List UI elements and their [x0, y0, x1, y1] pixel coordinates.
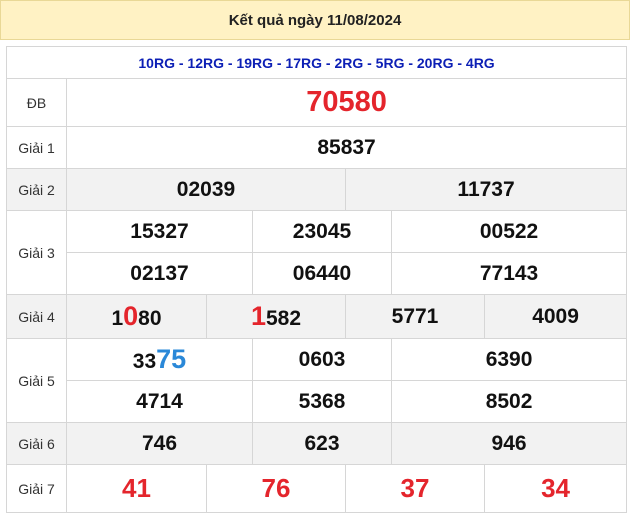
prize-4-number: 4009 [483, 294, 628, 339]
prize-7-number: 76 [206, 464, 346, 513]
prize-5-number: 6390 [390, 338, 628, 381]
prize-3-number: 23045 [252, 210, 392, 253]
prize-5-number: 3375 [66, 338, 253, 381]
prize-3-number: 02137 [66, 252, 253, 295]
prize-1-number: 85837 [65, 126, 628, 169]
prize-3-number: 00522 [390, 210, 628, 253]
prize-2-number: 02039 [66, 168, 346, 211]
prize-6-number: 623 [252, 422, 392, 465]
prize-7-number: 34 [483, 464, 628, 513]
prize-codes: 10RG - 12RG - 19RG - 17RG - 2RG - 5RG - … [5, 46, 628, 79]
label-prize-1: Giải 1 [6, 126, 67, 169]
prize-7-number: 41 [66, 464, 207, 513]
results-table: 10RG - 12RG - 19RG - 17RG - 2RG - 5RG - … [5, 46, 628, 513]
prize-5-number: 0603 [252, 338, 392, 381]
highlighted-digit: 1 [250, 301, 266, 331]
prize-2-number: 11737 [344, 168, 628, 211]
label-prize-4: Giải 4 [6, 294, 67, 339]
label-prize-7: Giải 7 [6, 464, 67, 513]
prize-3-number: 06440 [252, 252, 392, 295]
prize-5-number: 8502 [390, 380, 628, 423]
label-prize-3: Giải 3 [6, 210, 67, 295]
highlighted-digit: 0 [123, 301, 139, 331]
results-title: Kết quả ngày 11/08/2024 [0, 0, 630, 40]
special-prize: 70580 [65, 78, 628, 127]
label-prize-6: Giải 6 [6, 422, 67, 465]
label-prize-5: Giải 5 [6, 338, 67, 423]
prize-4-number: 1080 [66, 294, 207, 339]
label-prize-2: Giải 2 [6, 168, 67, 211]
lottery-results-page: Kết quả ngày 11/08/2024 10RG - 12RG - 19… [0, 0, 630, 526]
prize-4-number: 5771 [345, 294, 485, 339]
prize-3-number: 15327 [66, 210, 253, 253]
prize-4-number: 1582 [206, 294, 346, 339]
prize-7-number: 37 [345, 464, 485, 513]
prize-5-number: 4714 [66, 380, 253, 423]
label-special: ĐB [6, 78, 67, 127]
prize-6-number: 746 [66, 422, 253, 465]
prize-6-number: 946 [390, 422, 628, 465]
prize-3-number: 77143 [390, 252, 628, 295]
highlighted-digits: 75 [156, 344, 187, 374]
prize-5-number: 5368 [252, 380, 392, 423]
